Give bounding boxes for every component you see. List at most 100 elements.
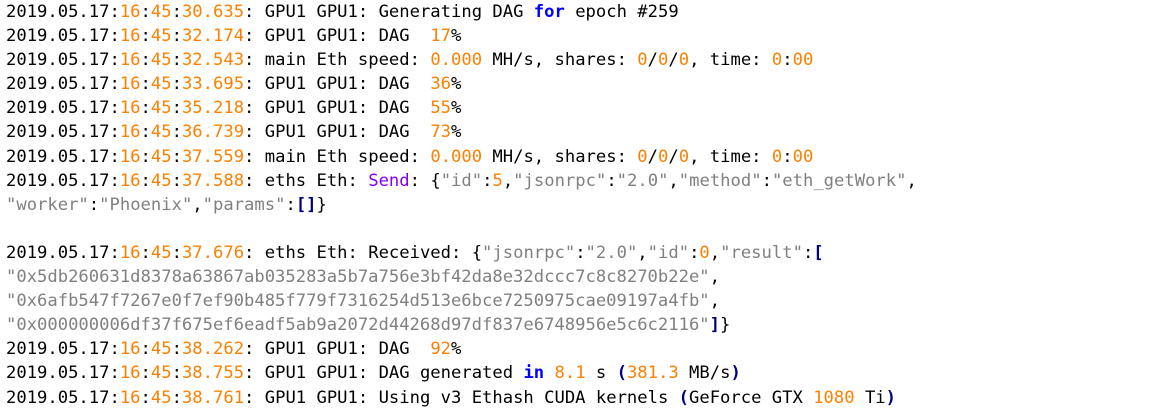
- log-segment: "id": [647, 242, 690, 263]
- log-segment: : eths Eth:: [244, 170, 369, 191]
- log-segment: "result": [720, 242, 803, 263]
- log-segment: ,: [192, 194, 203, 215]
- log-segment: :: [171, 74, 182, 95]
- log-segment: /: [647, 146, 658, 167]
- log-segment: "jsonrpc": [482, 242, 576, 263]
- log-segment: 38.761: [181, 387, 245, 408]
- log-segment: 45: [150, 2, 172, 22]
- log-segment: 2019.05.17:: [6, 363, 120, 384]
- log-segment: 16: [119, 146, 141, 167]
- log-line: 2019.05.17:16:45:38.755: GPU1 GPU1: DAG …: [6, 361, 917, 385]
- log-segment: :: [171, 339, 182, 360]
- log-segment: , time:: [689, 146, 772, 167]
- log-segment: 16: [119, 387, 141, 408]
- log-segment: 0: [699, 242, 710, 263]
- log-line: 2019.05.17:16:45:30.635: GPU1 GPU1: Gene…: [6, 0, 917, 24]
- log-segment: %: [451, 74, 462, 95]
- log-segment: [: [813, 242, 824, 263]
- log-segment: }: [316, 194, 327, 215]
- log-segment: ]: [709, 315, 721, 336]
- log-segment: 16: [119, 170, 141, 191]
- log-segment: GeForce GTX: [689, 387, 814, 408]
- log-segment: : GPU1 GPU1: DAG: [244, 98, 431, 119]
- log-segment: [544, 363, 554, 383]
- log-segment: MH/s, shares:: [482, 146, 638, 167]
- log-segment: : GPU1 GPU1: DAG generated: [244, 363, 524, 384]
- log-segment: 36: [430, 74, 452, 95]
- log-segment: }: [720, 315, 731, 336]
- log-segment: 0: [637, 146, 648, 167]
- log-segment: :: [171, 26, 182, 47]
- log-segment: 16: [119, 2, 141, 22]
- log-segment: :: [689, 242, 700, 263]
- log-segment: :: [171, 146, 182, 167]
- log-segment: 16: [119, 26, 141, 47]
- log-segment: 16: [119, 339, 141, 360]
- log-segment: :: [782, 50, 793, 71]
- log-segment: :: [140, 2, 151, 22]
- log-segment: : GPU1 GPU1: DAG: [244, 26, 431, 47]
- log-segment: 0: [771, 50, 783, 71]
- log-segment: 45: [150, 98, 172, 119]
- log-segment: "id": [440, 170, 483, 191]
- log-segment: 0: [658, 146, 669, 167]
- log-segment: :: [171, 242, 182, 263]
- log-line: 2019.05.17:16:45:38.761: GPU1 GPU1: Usin…: [6, 386, 917, 410]
- log-line: 2019.05.17:16:45:33.695: GPU1 GPU1: DAG …: [6, 72, 917, 96]
- log-segment: 45: [150, 363, 172, 384]
- log-segment: : GPU1 GPU1: Generating DAG: [244, 2, 534, 22]
- log-segment: 16: [119, 98, 141, 119]
- log-segment: 16: [119, 74, 141, 95]
- log-segment: MH/s, shares:: [482, 50, 638, 71]
- log-segment: 45: [150, 26, 172, 47]
- log-segment: :: [140, 363, 151, 384]
- log-line: 2019.05.17:16:45:35.218: GPU1 GPU1: DAG …: [6, 96, 917, 120]
- log-segment: 0: [771, 146, 783, 167]
- log-segment: : {: [409, 170, 441, 191]
- log-segment: /: [668, 50, 679, 71]
- log-segment: :: [140, 74, 151, 95]
- log-segment: 0.000: [430, 50, 483, 71]
- log-segment: "0x000000006df37f675ef6eadf5ab9a2072d442…: [6, 315, 710, 336]
- log-segment: , time:: [689, 50, 772, 71]
- log-segment: :: [140, 50, 151, 71]
- log-segment: :: [140, 98, 151, 119]
- log-segment: : GPU1 GPU1: DAG: [244, 339, 431, 360]
- log-segment: ,: [709, 267, 721, 288]
- log-segment: :: [782, 146, 793, 167]
- log-segment: %: [451, 339, 462, 360]
- log-segment: :: [140, 339, 151, 360]
- log-segment: Send: [368, 170, 410, 191]
- log-segment: Ti: [854, 387, 886, 408]
- log-segment: 2019.05.17:: [6, 146, 120, 167]
- log-line: 2019.05.17:16:45:37.588: eths Eth: Send:…: [6, 169, 917, 193]
- log-segment: :: [285, 194, 296, 215]
- log-segment: :: [140, 122, 151, 143]
- log-line: "0x5db260631d8378a63867ab035283a5b7a756e…: [6, 265, 917, 289]
- log-segment: 38.755: [181, 363, 245, 384]
- log-line: 2019.05.17:16:45:32.174: GPU1 GPU1: DAG …: [6, 24, 917, 48]
- log-segment: 16: [119, 50, 141, 71]
- log-segment: "worker": [6, 194, 89, 215]
- log-segment: 36.739: [181, 122, 245, 143]
- log-segment: 35.218: [181, 98, 245, 119]
- log-segment: ): [885, 387, 897, 408]
- log-segment: 45: [150, 50, 172, 71]
- log-segment: 45: [150, 146, 172, 167]
- log-segment: 32.174: [181, 26, 245, 47]
- log-segment: 2019.05.17:: [6, 2, 120, 22]
- log-segment: 37.559: [181, 146, 245, 167]
- log-segment: :: [761, 170, 772, 191]
- log-segment: %: [451, 98, 462, 119]
- log-segment: : main Eth speed:: [244, 146, 431, 167]
- log-segment: 0: [678, 50, 690, 71]
- log-segment: []: [295, 194, 317, 215]
- log-segment: "2.0": [616, 170, 669, 191]
- log-segment: 2019.05.17:: [6, 50, 120, 71]
- log-line: 2019.05.17:16:45:38.262: GPU1 GPU1: DAG …: [6, 337, 917, 361]
- log-segment: /: [668, 146, 679, 167]
- log-segment: for: [533, 2, 565, 22]
- log-segment: 33.695: [181, 74, 245, 95]
- log-segment: %: [451, 122, 462, 143]
- log-segment: "eth_getWork": [771, 170, 907, 191]
